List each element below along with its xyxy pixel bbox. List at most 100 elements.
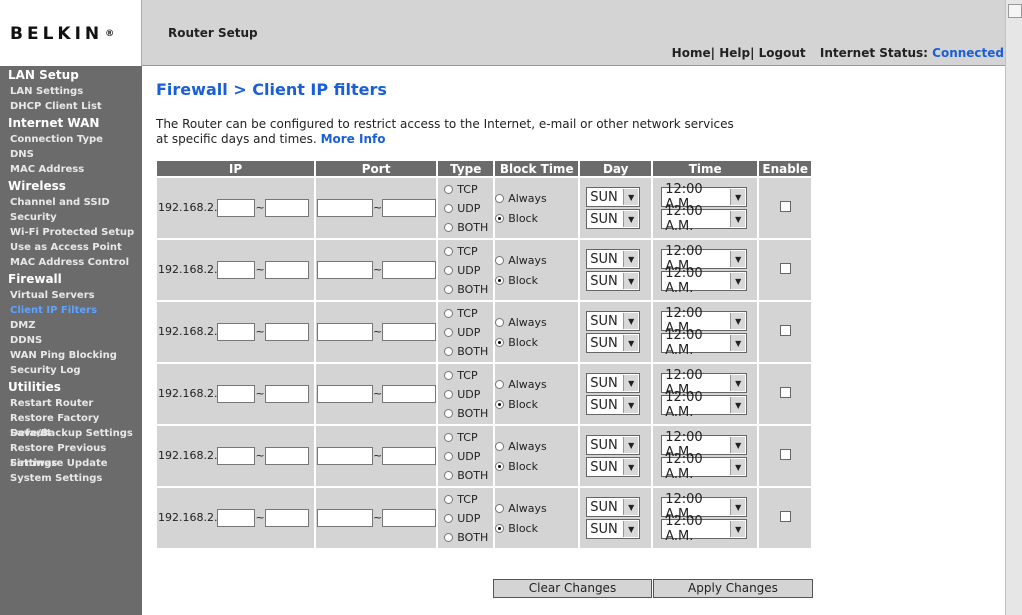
- radio-button[interactable]: [495, 441, 505, 451]
- ip-start-input[interactable]: [217, 385, 256, 403]
- block-option[interactable]: Block: [495, 270, 578, 290]
- enable-checkbox[interactable]: [779, 201, 791, 212]
- block-option[interactable]: Block: [495, 394, 578, 414]
- ip-start-input[interactable]: [217, 509, 256, 527]
- block-option[interactable]: Block: [495, 208, 578, 228]
- type-option[interactable]: BOTH: [438, 280, 493, 299]
- sidebar-item-wan-ping-blocking[interactable]: WAN Ping Blocking: [0, 348, 142, 363]
- type-option[interactable]: UDP: [438, 509, 493, 528]
- scrollbar-up-arrow[interactable]: [1008, 4, 1022, 18]
- block-option[interactable]: Block: [495, 518, 578, 538]
- day-select[interactable]: SUN ▼: [586, 497, 641, 517]
- port-end-input[interactable]: [382, 385, 437, 403]
- radio-button[interactable]: [444, 513, 454, 523]
- day-select[interactable]: SUN ▼: [586, 333, 641, 353]
- day-select[interactable]: SUN ▼: [586, 435, 641, 455]
- type-option[interactable]: TCP: [438, 428, 493, 447]
- radio-button[interactable]: [495, 461, 505, 471]
- port-start-input[interactable]: [317, 323, 373, 341]
- block-option[interactable]: Always: [495, 374, 578, 394]
- block-option[interactable]: Block: [495, 332, 578, 352]
- sidebar-item-connection-type[interactable]: Connection Type: [0, 132, 142, 147]
- sidebar-item-restore-previous-settings[interactable]: Restore Previous Settings: [0, 441, 142, 469]
- radio-button[interactable]: [495, 379, 505, 389]
- radio-button[interactable]: [444, 203, 454, 213]
- ip-start-input[interactable]: [217, 447, 256, 465]
- help-link[interactable]: Help: [719, 46, 750, 60]
- sidebar-item-dmz[interactable]: DMZ: [0, 318, 142, 333]
- sidebar-item-security-log[interactable]: Security Log: [0, 363, 142, 378]
- time-select[interactable]: 12:00 A.M. ▼: [661, 328, 748, 358]
- day-select[interactable]: SUN ▼: [586, 519, 641, 539]
- radio-button[interactable]: [495, 213, 505, 223]
- radio-button[interactable]: [495, 523, 505, 533]
- day-select[interactable]: SUN ▼: [586, 395, 641, 415]
- radio-button[interactable]: [444, 451, 454, 461]
- sidebar-item-virtual-servers[interactable]: Virtual Servers: [0, 288, 142, 303]
- radio-button[interactable]: [495, 317, 505, 327]
- type-option[interactable]: BOTH: [438, 466, 493, 485]
- ip-end-input[interactable]: [264, 385, 309, 403]
- more-info-link[interactable]: More Info: [321, 132, 386, 146]
- radio-button[interactable]: [495, 503, 505, 513]
- ip-end-input[interactable]: [264, 261, 309, 279]
- sidebar-item-firmware-update[interactable]: Firmware Update: [0, 456, 142, 471]
- radio-button[interactable]: [444, 532, 454, 542]
- block-option[interactable]: Always: [495, 312, 578, 332]
- enable-checkbox[interactable]: [779, 263, 791, 274]
- day-select[interactable]: SUN ▼: [586, 373, 641, 393]
- radio-button[interactable]: [444, 494, 454, 504]
- type-option[interactable]: TCP: [438, 242, 493, 261]
- apply-changes-button[interactable]: Apply Changes: [653, 579, 813, 598]
- type-option[interactable]: UDP: [438, 323, 493, 342]
- enable-checkbox[interactable]: [779, 387, 791, 398]
- enable-checkbox[interactable]: [779, 449, 791, 460]
- radio-button[interactable]: [444, 327, 454, 337]
- type-option[interactable]: BOTH: [438, 404, 493, 423]
- sidebar-item-client-ip-filters[interactable]: Client IP Filters: [0, 303, 142, 318]
- block-option[interactable]: Always: [495, 250, 578, 270]
- radio-button[interactable]: [495, 193, 505, 203]
- time-select[interactable]: 12:00 A.M. ▼: [661, 266, 748, 296]
- type-option[interactable]: UDP: [438, 385, 493, 404]
- radio-button[interactable]: [444, 222, 454, 232]
- enable-checkbox[interactable]: [779, 325, 791, 336]
- sidebar-item-ddns[interactable]: DDNS: [0, 333, 142, 348]
- radio-button[interactable]: [495, 255, 505, 265]
- radio-button[interactable]: [444, 265, 454, 275]
- radio-button[interactable]: [444, 246, 454, 256]
- ip-end-input[interactable]: [264, 447, 309, 465]
- port-end-input[interactable]: [382, 199, 437, 217]
- day-select[interactable]: SUN ▼: [586, 457, 641, 477]
- day-select[interactable]: SUN ▼: [586, 311, 641, 331]
- radio-button[interactable]: [495, 337, 505, 347]
- sidebar-item-restart-router[interactable]: Restart Router: [0, 396, 142, 411]
- block-option[interactable]: Always: [495, 498, 578, 518]
- block-option[interactable]: Always: [495, 436, 578, 456]
- port-start-input[interactable]: [317, 385, 373, 403]
- sidebar-item-mac-address-control[interactable]: MAC Address Control: [0, 255, 142, 270]
- ip-start-input[interactable]: [217, 261, 256, 279]
- ip-end-input[interactable]: [264, 199, 309, 217]
- radio-button[interactable]: [444, 370, 454, 380]
- radio-button[interactable]: [444, 470, 454, 480]
- day-select[interactable]: SUN ▼: [586, 209, 641, 229]
- time-select[interactable]: 12:00 A.M. ▼: [661, 514, 748, 544]
- radio-button[interactable]: [444, 432, 454, 442]
- block-option[interactable]: Block: [495, 456, 578, 476]
- sidebar-item-use-as-access-point[interactable]: Use as Access Point: [0, 240, 142, 255]
- block-option[interactable]: Always: [495, 188, 578, 208]
- sidebar-item-mac-address[interactable]: MAC Address: [0, 162, 142, 177]
- time-select[interactable]: 12:00 A.M. ▼: [661, 452, 748, 482]
- day-select[interactable]: SUN ▼: [586, 249, 641, 269]
- port-end-input[interactable]: [382, 509, 437, 527]
- ip-end-input[interactable]: [264, 509, 309, 527]
- type-option[interactable]: TCP: [438, 180, 493, 199]
- port-end-input[interactable]: [382, 323, 437, 341]
- sidebar-item-wi-fi-protected-setup[interactable]: Wi-Fi Protected Setup: [0, 225, 142, 240]
- port-start-input[interactable]: [317, 261, 373, 279]
- clear-changes-button[interactable]: Clear Changes: [493, 579, 652, 598]
- vertical-scrollbar[interactable]: [1005, 0, 1022, 615]
- type-option[interactable]: BOTH: [438, 342, 493, 361]
- day-select[interactable]: SUN ▼: [586, 271, 641, 291]
